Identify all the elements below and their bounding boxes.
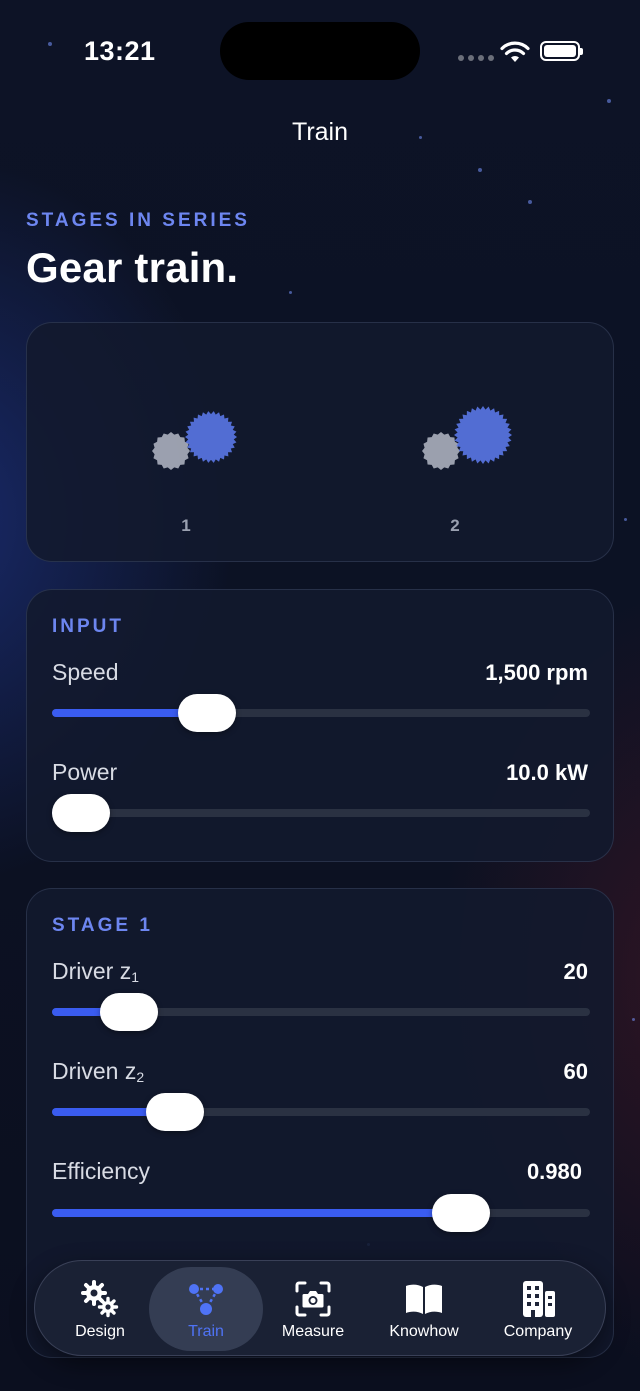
speed-label: Speed: [52, 659, 119, 685]
efficiency-slider-fill: [52, 1209, 462, 1217]
stage-2-label: 2: [450, 516, 460, 535]
background-star: [607, 99, 611, 103]
camera-scan-icon: [295, 1281, 331, 1317]
driven-gear-icon: [454, 406, 512, 464]
efficiency-label: Efficiency: [52, 1158, 151, 1184]
driver-teeth-slider-thumb[interactable]: [99, 993, 158, 1031]
stage-2-gear-pair[interactable]: [417, 403, 527, 483]
driver-gear-icon: [152, 432, 190, 470]
driven-gear-icon: [185, 411, 237, 463]
power-slider[interactable]: [52, 794, 590, 832]
tab-design[interactable]: Design: [43, 1267, 157, 1351]
cellular-signal-icon: [458, 55, 494, 61]
power-slider-thumb[interactable]: [52, 794, 110, 832]
driver-teeth-slider[interactable]: [52, 993, 590, 1031]
driven-teeth-slider[interactable]: [52, 1093, 590, 1131]
background-star: [48, 42, 52, 46]
efficiency-slider[interactable]: [52, 1194, 590, 1232]
background-star: [289, 291, 292, 294]
background-star: [528, 200, 532, 204]
stage-1-section-label: STAGE 1: [52, 915, 153, 936]
tab-measure[interactable]: Measure: [256, 1267, 370, 1351]
tab-bar: Design Train Measure Knowhow Company: [34, 1260, 606, 1356]
battery-icon: [540, 41, 583, 61]
speed-slider[interactable]: [52, 694, 590, 732]
background-star: [478, 168, 482, 172]
stage-1-gear-pair[interactable]: [147, 403, 257, 483]
section-eyebrow: STAGES IN SERIES: [26, 210, 250, 231]
tab-design-label: Design: [75, 1323, 125, 1340]
driven-teeth-value: 60: [563, 1059, 588, 1084]
speed-value: 1,500 rpm: [485, 660, 588, 685]
driver-gear-icon: [422, 432, 460, 470]
driver-teeth-value: 20: [563, 959, 588, 984]
gears-icon: [81, 1280, 119, 1318]
nav-title: Train: [291, 118, 349, 146]
stages-diagram-card: 1 2: [26, 322, 614, 562]
driven-teeth-label: Driven z2: [52, 1058, 144, 1085]
tab-train[interactable]: Train: [149, 1267, 263, 1351]
power-label: Power: [52, 759, 118, 785]
background-star: [624, 518, 627, 521]
driver-teeth-label: Driver z1: [52, 958, 139, 985]
dynamic-island: [220, 22, 420, 80]
speed-slider-thumb[interactable]: [177, 694, 236, 732]
train-nodes-icon: [189, 1284, 223, 1315]
input-section-label: INPUT: [52, 616, 124, 637]
efficiency-slider-thumb[interactable]: [432, 1194, 491, 1232]
tab-measure-label: Measure: [281, 1323, 345, 1340]
driven-teeth-slider-thumb[interactable]: [146, 1093, 205, 1131]
tab-knowhow[interactable]: Knowhow: [367, 1267, 481, 1351]
page-title: Gear train.: [26, 244, 239, 291]
tab-company[interactable]: Company: [481, 1267, 595, 1351]
tab-train-label: Train: [188, 1323, 224, 1340]
status-time: 13:21: [84, 36, 156, 66]
efficiency-value: 0.980: [526, 1159, 582, 1184]
input-card: INPUT Speed 1,500 rpm Power 10.0 kW: [26, 589, 614, 862]
tab-knowhow-label: Knowhow: [389, 1323, 459, 1340]
book-icon: [406, 1284, 442, 1314]
driven-teeth-label-text: Driven z: [52, 1058, 137, 1084]
driven-teeth-subscript: 2: [136, 1069, 145, 1085]
wifi-icon: [500, 41, 530, 62]
power-value: 10.0 kW: [506, 760, 588, 785]
tab-company-label: Company: [503, 1323, 573, 1340]
background-star: [632, 1018, 635, 1021]
building-icon: [523, 1281, 555, 1317]
app-screen: 13:21 Train STAGES IN SERIES Gear train.…: [0, 0, 640, 1391]
driver-teeth-subscript: 1: [131, 969, 140, 985]
stage-1-label: 1: [181, 516, 191, 535]
driver-teeth-label-text: Driver z: [52, 958, 132, 984]
